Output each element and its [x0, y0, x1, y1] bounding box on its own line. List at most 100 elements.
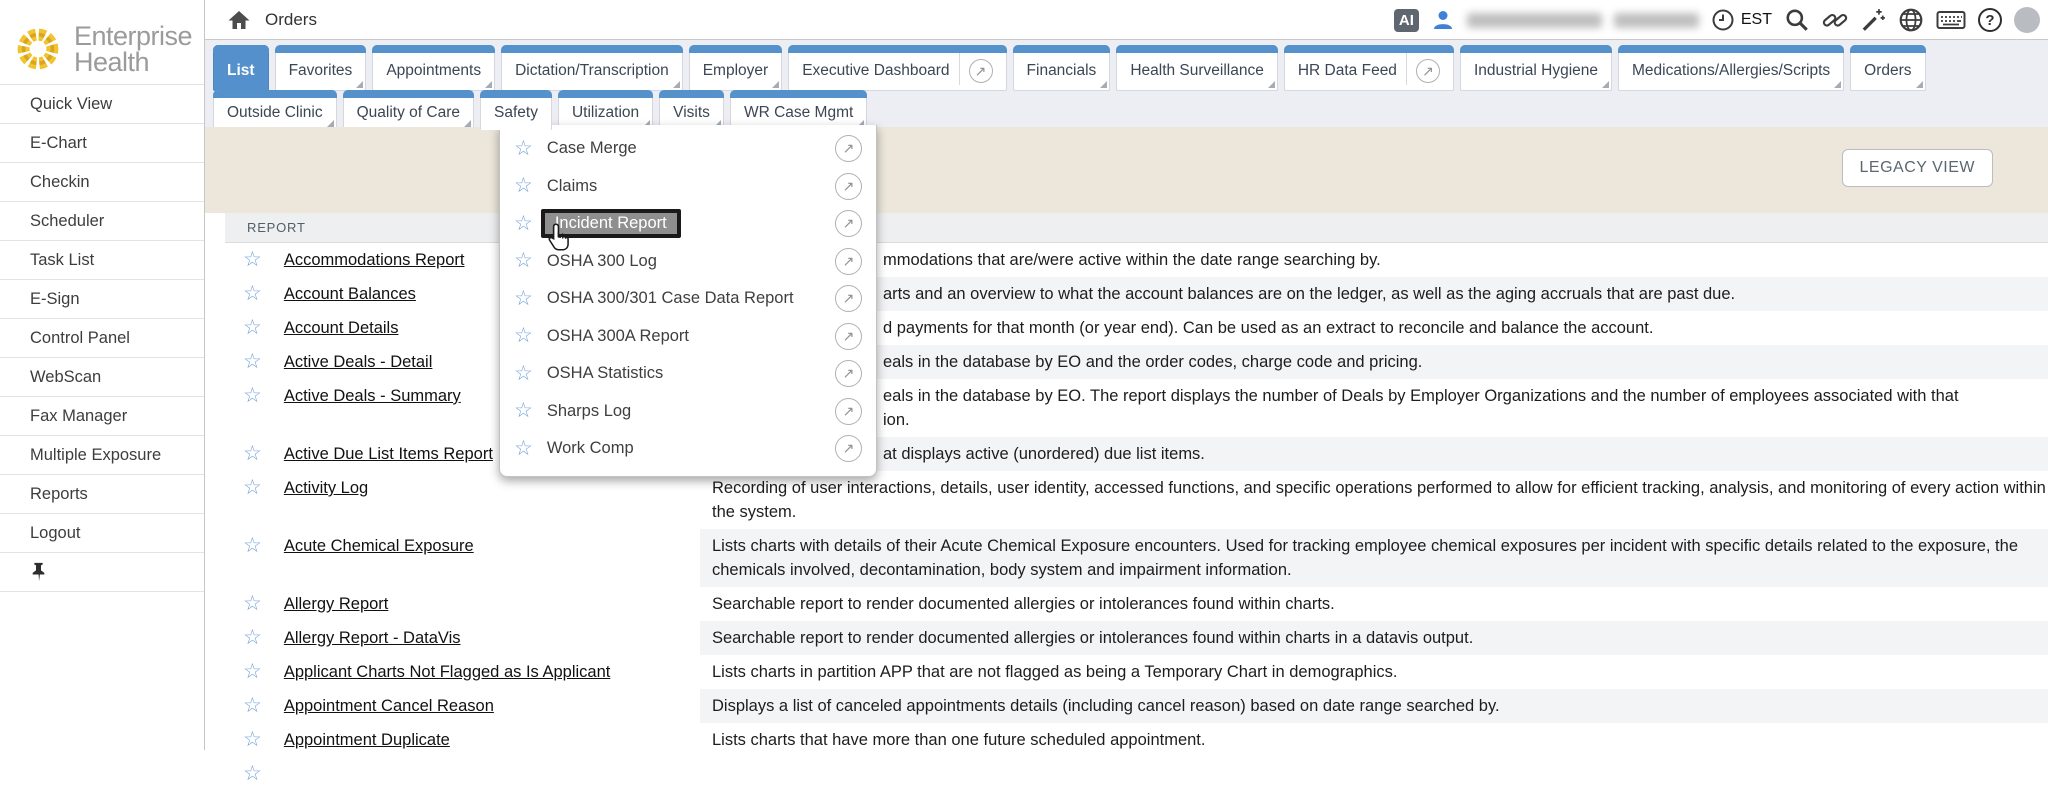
- favorite-star-icon[interactable]: ☆: [243, 626, 262, 650]
- tab-wr-case-mgmt[interactable]: WR Case Mgmt: [730, 90, 867, 130]
- tab-favorites[interactable]: Favorites: [275, 45, 367, 91]
- legacy-view-button[interactable]: LEGACY VIEW: [1842, 149, 1993, 187]
- menu-item-osha-statistics[interactable]: ☆OSHA Statistics↗: [500, 355, 876, 393]
- report-link[interactable]: Account Details: [284, 316, 399, 340]
- favorite-star-icon[interactable]: ☆: [243, 534, 262, 558]
- sidebar-item-multiple-exposure[interactable]: Multiple Exposure: [0, 435, 204, 474]
- tab-list[interactable]: List: [213, 45, 269, 91]
- favorite-star-icon[interactable]: ☆: [243, 282, 262, 306]
- favorite-star-icon[interactable]: ☆: [514, 437, 533, 461]
- report-link[interactable]: Acute Chemical Exposure: [284, 534, 474, 558]
- help-icon[interactable]: ?: [1978, 8, 2002, 32]
- tab-medications-allergies-scripts[interactable]: Medications/Allergies/Scripts: [1618, 45, 1844, 91]
- tab-industrial-hygiene[interactable]: Industrial Hygiene: [1460, 45, 1612, 91]
- tab-orders[interactable]: Orders: [1850, 45, 1925, 91]
- sidebar-item-e-sign[interactable]: E-Sign: [0, 279, 204, 318]
- report-link[interactable]: Account Balances: [284, 282, 416, 306]
- sidebar-item-logout[interactable]: Logout: [0, 513, 204, 552]
- sidebar-item-quick-view[interactable]: Quick View: [0, 84, 204, 123]
- open-new-window-icon[interactable]: ↗: [835, 323, 862, 350]
- favorite-star-icon[interactable]: ☆: [514, 137, 533, 161]
- report-link[interactable]: Active Due List Items Report: [284, 442, 493, 466]
- favorite-star-icon[interactable]: ☆: [514, 362, 533, 386]
- tab-appointments[interactable]: Appointments: [372, 45, 495, 91]
- magic-wand-icon[interactable]: [1860, 7, 1886, 33]
- report-link[interactable]: Appointment Duplicate: [284, 728, 450, 752]
- favorite-star-icon[interactable]: ☆: [514, 249, 533, 273]
- tab-employer[interactable]: Employer: [689, 45, 782, 91]
- sidebar-item-webscan[interactable]: WebScan: [0, 357, 204, 396]
- menu-item-claims[interactable]: ☆Claims↗: [500, 168, 876, 206]
- tab-utilization[interactable]: Utilization: [558, 90, 653, 130]
- report-link[interactable]: Applicant Charts Not Flagged as Is Appli…: [284, 660, 611, 684]
- sidebar-item-task-list[interactable]: Task List: [0, 240, 204, 279]
- favorite-star-icon[interactable]: ☆: [243, 384, 262, 408]
- menu-item-case-merge[interactable]: ☆Case Merge↗: [500, 130, 876, 168]
- avatar[interactable]: [2014, 7, 2040, 33]
- favorite-star-icon[interactable]: ☆: [514, 287, 533, 311]
- favorite-star-icon[interactable]: ☆: [243, 592, 262, 616]
- report-description: eals in the database by EO and the order…: [700, 345, 2048, 379]
- menu-item-work-comp[interactable]: ☆Work Comp↗: [500, 430, 876, 468]
- tab-safety[interactable]: Safety: [480, 90, 552, 130]
- sidebar-item-fax-manager[interactable]: Fax Manager: [0, 396, 204, 435]
- tab-health-surveillance[interactable]: Health Surveillance: [1116, 45, 1278, 91]
- favorite-star-icon[interactable]: ☆: [514, 324, 533, 348]
- keyboard-icon[interactable]: [1936, 8, 1966, 32]
- tab-outside-clinic[interactable]: Outside Clinic: [213, 90, 337, 130]
- favorite-star-icon[interactable]: ☆: [514, 212, 533, 236]
- open-new-window-icon[interactable]: ↗: [835, 248, 862, 275]
- search-icon[interactable]: [1784, 7, 1810, 33]
- user-icon: [1431, 8, 1455, 32]
- open-new-window-icon[interactable]: ↗: [835, 135, 862, 162]
- favorite-star-icon[interactable]: ☆: [514, 174, 533, 198]
- open-new-window-icon[interactable]: ↗: [835, 173, 862, 200]
- clock-icon[interactable]: [1711, 8, 1735, 32]
- favorite-star-icon[interactable]: ☆: [243, 316, 262, 340]
- tab-quality-of-care[interactable]: Quality of Care: [343, 90, 474, 130]
- favorite-star-icon[interactable]: ☆: [243, 350, 262, 374]
- report-link[interactable]: Active Deals - Summary: [284, 384, 461, 408]
- sidebar-item-scheduler[interactable]: Scheduler: [0, 201, 204, 240]
- table-row: ☆Appointment Duplicate Lists charts that…: [225, 723, 2048, 757]
- report-link[interactable]: Allergy Report - DataVis: [284, 626, 461, 650]
- sidebar-item-e-chart[interactable]: E-Chart: [0, 123, 204, 162]
- tab-visits[interactable]: Visits: [659, 90, 724, 130]
- menu-item-osha-300-301-case-data-report[interactable]: ☆OSHA 300/301 Case Data Report↗: [500, 280, 876, 318]
- report-link[interactable]: Appointment Cancel Reason: [284, 694, 494, 718]
- favorite-star-icon[interactable]: ☆: [243, 728, 262, 752]
- menu-item-osha-300a-report[interactable]: ☆OSHA 300A Report↗: [500, 318, 876, 356]
- favorite-star-icon[interactable]: ☆: [243, 248, 262, 272]
- open-new-window-icon[interactable]: ↗: [835, 398, 862, 425]
- open-new-window-icon[interactable]: ↗: [835, 285, 862, 312]
- external-link-icon: ↗: [1416, 59, 1440, 83]
- favorite-star-icon[interactable]: ☆: [243, 762, 262, 786]
- home-icon[interactable]: [227, 8, 251, 37]
- favorite-star-icon[interactable]: ☆: [243, 660, 262, 684]
- favorite-star-icon[interactable]: ☆: [514, 399, 533, 423]
- report-link[interactable]: Accommodations Report: [284, 248, 465, 272]
- sidebar-item-checkin[interactable]: Checkin: [0, 162, 204, 201]
- report-link[interactable]: Active Deals - Detail: [284, 350, 433, 374]
- globe-icon[interactable]: [1898, 7, 1924, 33]
- report-link[interactable]: Allergy Report: [284, 592, 389, 616]
- tab-executive-dashboard[interactable]: Executive Dashboard↗: [788, 45, 1006, 91]
- open-new-window-icon[interactable]: ↗: [835, 435, 862, 462]
- sidebar-item-control-panel[interactable]: Control Panel: [0, 318, 204, 357]
- tab-financials[interactable]: Financials: [1013, 45, 1111, 91]
- favorite-star-icon[interactable]: ☆: [243, 476, 262, 500]
- report-link[interactable]: Activity Log: [284, 476, 368, 500]
- sidebar-item-reports[interactable]: Reports: [0, 474, 204, 513]
- open-new-window-icon[interactable]: ↗: [835, 360, 862, 387]
- tab-hr-data-feed[interactable]: HR Data Feed↗: [1284, 45, 1454, 91]
- open-new-window-icon[interactable]: ↗: [835, 210, 862, 237]
- favorite-star-icon[interactable]: ☆: [243, 694, 262, 718]
- ai-badge[interactable]: AI: [1394, 9, 1419, 32]
- link-icon[interactable]: [1822, 7, 1848, 33]
- menu-item-sharps-log[interactable]: ☆Sharps Log↗: [500, 393, 876, 431]
- report-description: [700, 757, 2048, 791]
- favorite-star-icon[interactable]: ☆: [243, 442, 262, 466]
- tab-dictation-transcription[interactable]: Dictation/Transcription: [501, 45, 683, 91]
- sidebar-pin-toggle[interactable]: [0, 552, 204, 592]
- report-description: arts and an overview to what the account…: [700, 277, 2048, 311]
